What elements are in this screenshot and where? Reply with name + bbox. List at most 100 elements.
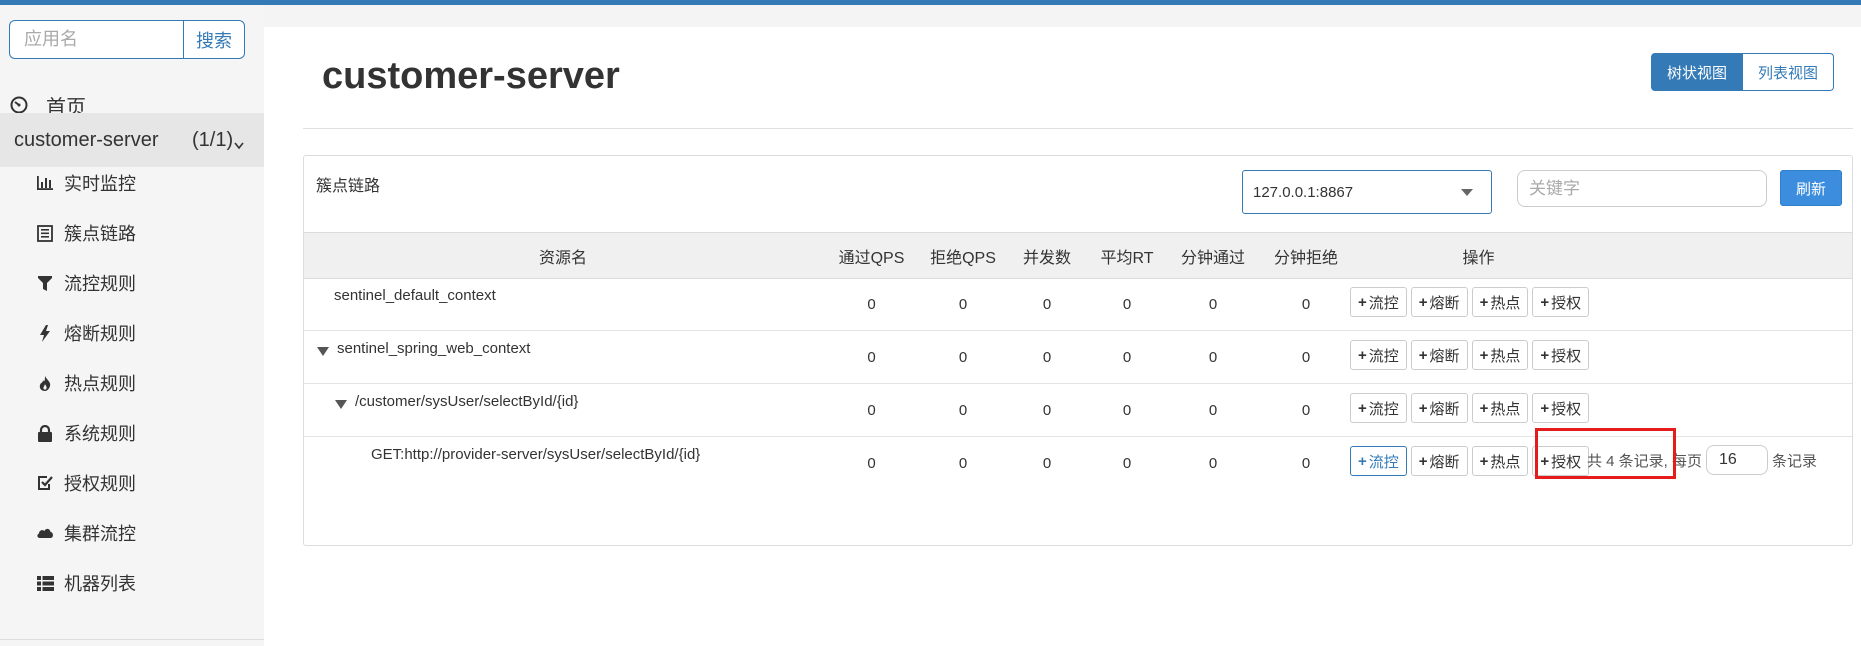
column-header-pass-qps: 通过QPS bbox=[838, 249, 905, 267]
table-header: 资源名 通过QPS 拒绝QPS 并发数 平均RT 分钟通过 分钟拒绝 操作 bbox=[304, 232, 1852, 279]
resource-name: sentinel_spring_web_context bbox=[337, 340, 531, 357]
table-row: sentinel_spring_web_context 0 0 0 0 0 0 … bbox=[304, 331, 1852, 384]
row-actions: + 流控 + 熔断 + 热点 + 授权 bbox=[1350, 340, 1593, 370]
sidebar-item-cluster-link[interactable]: 簇点链路 bbox=[0, 208, 264, 258]
resource-name: /customer/sysUser/selectById/{id} bbox=[355, 393, 579, 410]
add-auth-rule-button[interactable]: + 授权 bbox=[1532, 446, 1590, 476]
sidebar-item-hotspot-rules[interactable]: 热点规则 bbox=[0, 358, 264, 408]
minute-block-value: 0 bbox=[1301, 295, 1311, 313]
plus-icon: + bbox=[1418, 452, 1428, 470]
action-label: 授权 bbox=[1551, 347, 1582, 365]
tree-view-button[interactable]: 树状视图 bbox=[1651, 53, 1743, 91]
sidebar-item-label: 集群流控 bbox=[64, 524, 136, 544]
add-auth-rule-button[interactable]: + 授权 bbox=[1532, 393, 1590, 423]
plus-icon: + bbox=[1418, 293, 1428, 311]
action-label: 流控 bbox=[1368, 294, 1399, 312]
add-flow-rule-button[interactable]: + 流控 bbox=[1350, 393, 1407, 423]
avg-rt-value: 0 bbox=[1122, 348, 1132, 366]
sidebar-item-cluster-flow[interactable]: 集群流控 bbox=[0, 508, 264, 558]
pass-qps-value: 0 bbox=[867, 454, 876, 472]
add-degrade-rule-button[interactable]: + 熔断 bbox=[1410, 340, 1468, 370]
pass-qps-value: 0 bbox=[867, 348, 876, 366]
add-flow-rule-button[interactable]: + 流控 bbox=[1350, 287, 1407, 317]
add-auth-rule-button[interactable]: + 授权 bbox=[1532, 340, 1590, 370]
add-degrade-rule-button[interactable]: + 熔断 bbox=[1410, 393, 1468, 423]
plus-icon: + bbox=[1540, 293, 1550, 311]
pass-qps-value: 0 bbox=[867, 295, 876, 313]
concurrency-value: 0 bbox=[1042, 348, 1052, 366]
sidebar-item-realtime-monitor[interactable]: 实时监控 bbox=[0, 158, 264, 208]
plus-icon: + bbox=[1418, 399, 1428, 417]
refresh-button[interactable]: 刷新 bbox=[1780, 170, 1842, 206]
plus-icon: + bbox=[1540, 346, 1550, 364]
sidebar-item-label: 热点规则 bbox=[64, 374, 136, 394]
block-qps-value: 0 bbox=[958, 454, 968, 472]
action-label: 熔断 bbox=[1429, 400, 1460, 418]
action-label: 流控 bbox=[1368, 400, 1399, 418]
sidebar-item-label: 流控规则 bbox=[64, 274, 136, 294]
list-view-button[interactable]: 列表视图 bbox=[1743, 53, 1834, 91]
plus-icon: + bbox=[1479, 452, 1489, 470]
concurrency-value: 0 bbox=[1042, 454, 1052, 472]
sidebar-item-flow-rules[interactable]: 流控规则 bbox=[0, 258, 264, 308]
add-hotspot-rule-button[interactable]: + 热点 bbox=[1471, 287, 1529, 317]
add-auth-rule-button[interactable]: + 授权 bbox=[1532, 287, 1590, 317]
action-label: 流控 bbox=[1368, 453, 1399, 471]
add-hotspot-rule-button[interactable]: + 热点 bbox=[1471, 340, 1529, 370]
column-header-minute-pass: 分钟通过 bbox=[1180, 249, 1245, 267]
plus-icon: + bbox=[1358, 399, 1367, 417]
search-button[interactable]: 搜索 bbox=[183, 20, 245, 59]
block-qps-value: 0 bbox=[958, 295, 968, 313]
sidebar-item-label: 实时监控 bbox=[64, 174, 136, 194]
row-actions: + 流控 + 熔断 + 热点 + 授权 bbox=[1350, 287, 1593, 317]
sidebar-item-degrade-rules[interactable]: 熔断规则 bbox=[0, 308, 264, 358]
app-search-input[interactable] bbox=[9, 20, 183, 59]
action-label: 熔断 bbox=[1429, 347, 1460, 365]
add-flow-rule-button[interactable]: + 流控 bbox=[1350, 446, 1407, 476]
add-flow-rule-button[interactable]: + 流控 bbox=[1350, 340, 1407, 370]
table-row: /customer/sysUser/selectById/{id} 0 0 0 … bbox=[304, 384, 1852, 437]
expand-toggle-icon[interactable] bbox=[335, 400, 347, 409]
add-degrade-rule-button[interactable]: + 熔断 bbox=[1410, 446, 1468, 476]
avg-rt-value: 0 bbox=[1122, 454, 1132, 472]
filter-icon bbox=[35, 273, 55, 293]
add-degrade-rule-button[interactable]: + 熔断 bbox=[1410, 287, 1468, 317]
add-hotspot-rule-button[interactable]: + 热点 bbox=[1471, 446, 1529, 476]
app-instance-count: (1/1) bbox=[192, 128, 234, 151]
plus-icon: + bbox=[1418, 346, 1428, 364]
avg-rt-value: 0 bbox=[1122, 295, 1132, 313]
bar-chart-icon bbox=[35, 173, 55, 193]
add-hotspot-rule-button[interactable]: + 热点 bbox=[1471, 393, 1529, 423]
chevron-down-icon bbox=[234, 133, 244, 156]
sidebar-item-auth-rules[interactable]: 授权规则 bbox=[0, 458, 264, 508]
machine-select[interactable]: 127.0.0.1:8867 bbox=[1242, 170, 1492, 214]
plus-icon: + bbox=[1358, 452, 1367, 470]
table-row: sentinel_default_context 0 0 0 0 0 0 + 流控… bbox=[304, 278, 1852, 331]
sidebar-item-system-rules[interactable]: 系统规则 bbox=[0, 408, 264, 458]
action-label: 授权 bbox=[1551, 453, 1582, 471]
page-size-input[interactable]: 16 bbox=[1705, 445, 1768, 475]
sidebar-divider bbox=[0, 639, 264, 640]
resource-name-cell: /customer/sysUser/selectById/{id} bbox=[335, 384, 578, 436]
cloud-icon bbox=[35, 523, 55, 543]
avg-rt-value: 0 bbox=[1122, 401, 1132, 419]
block-qps-value: 0 bbox=[958, 401, 968, 419]
keyword-input[interactable] bbox=[1517, 170, 1767, 207]
action-label: 流控 bbox=[1368, 347, 1399, 365]
lock-icon bbox=[35, 423, 55, 443]
title-divider bbox=[303, 128, 1853, 129]
concurrency-value: 0 bbox=[1042, 401, 1052, 419]
app-search: 搜索 bbox=[9, 20, 245, 59]
sidebar-item-label: 簇点链路 bbox=[64, 224, 136, 244]
action-label: 热点 bbox=[1490, 347, 1521, 365]
minute-block-value: 0 bbox=[1301, 401, 1311, 419]
sidebar-item-machine-list[interactable]: 机器列表 bbox=[0, 558, 264, 608]
column-header-resource: 资源名 bbox=[538, 249, 587, 267]
fire-icon bbox=[35, 373, 55, 393]
action-label: 热点 bbox=[1490, 453, 1521, 471]
column-header-actions: 操作 bbox=[1462, 249, 1495, 267]
pagination: 共 4 条记录, 每页 16 条记录 bbox=[1587, 445, 1817, 475]
expand-toggle-icon[interactable] bbox=[317, 347, 329, 356]
check-icon bbox=[35, 473, 55, 493]
sidebar-item-label: 熔断规则 bbox=[64, 324, 136, 344]
